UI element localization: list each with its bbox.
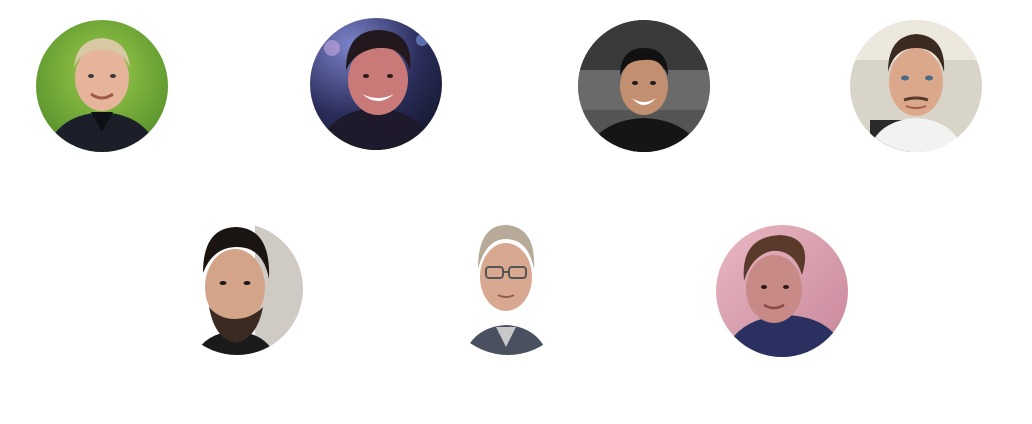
person-avatar-icon bbox=[850, 20, 982, 152]
team-member-avatar-7[interactable] bbox=[716, 225, 848, 357]
team-member-avatar-5[interactable] bbox=[171, 223, 303, 355]
person-avatar-icon bbox=[36, 20, 168, 152]
person-avatar-icon bbox=[716, 225, 848, 357]
team-member-avatar-1[interactable] bbox=[36, 20, 168, 152]
person-avatar-icon bbox=[171, 223, 303, 355]
team-avatar-grid bbox=[0, 0, 1032, 424]
person-avatar-icon bbox=[578, 20, 710, 152]
team-member-avatar-3[interactable] bbox=[578, 20, 710, 152]
person-avatar-icon bbox=[310, 18, 442, 150]
team-member-avatar-6[interactable] bbox=[442, 223, 574, 355]
team-member-avatar-2[interactable] bbox=[310, 18, 442, 150]
team-member-avatar-4[interactable] bbox=[850, 20, 982, 152]
person-avatar-icon bbox=[442, 223, 574, 355]
